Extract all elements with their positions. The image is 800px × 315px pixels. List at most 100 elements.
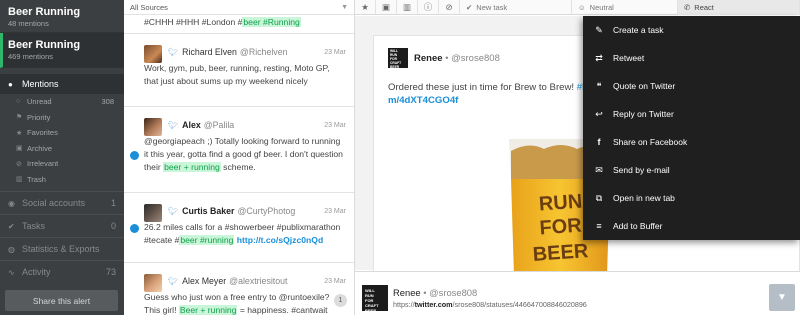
list-item[interactable]: 🐦︎ Curtis Baker @CurtyPhotog 23 Mar 26.2… xyxy=(124,193,354,263)
keyword-highlight: Beer + running xyxy=(178,305,238,315)
sidebar-item-count: 308 xyxy=(101,97,114,107)
menu-item-share-facebook[interactable]: f Share on Facebook xyxy=(583,128,800,156)
keyword-highlight: beer #running xyxy=(179,235,235,245)
sidebar-item-irrelevant[interactable]: ⊘ Irrelevant xyxy=(0,156,124,172)
sidebar-item-activity[interactable]: ∿ Activity 73 xyxy=(0,260,124,283)
sidebar-item-label: Mentions xyxy=(22,79,59,89)
archive-button[interactable]: ▣ xyxy=(376,0,397,15)
avatar xyxy=(144,118,162,136)
author-header: Renee • @srose808 xyxy=(414,53,500,64)
sidebar-item-label: Irrelevant xyxy=(27,159,59,169)
author-logo: WILL RUN FOR CRAFT BEER xyxy=(388,48,408,69)
keyword-highlight: beer #Running xyxy=(242,17,301,27)
list-item[interactable]: #CHHH #HHH #London #beer #Running xyxy=(124,15,354,34)
list-item[interactable]: 🐦︎ Richard Elven @Richelven 23 Mar Work,… xyxy=(124,34,354,107)
new-task-button[interactable]: ✔ New task xyxy=(460,0,572,15)
block-icon: ⊘ xyxy=(16,160,22,168)
svg-text:FOR: FOR xyxy=(539,215,583,240)
buffer-icon: ≡ xyxy=(596,221,602,231)
menu-item-retweet[interactable]: ⇄ Retweet xyxy=(583,44,800,72)
list-item[interactable]: 1 🐦︎ Alex Meyer @alextriesitout 23 Mar G… xyxy=(124,263,354,315)
sidebar-item-statistics[interactable]: ◍ Statistics & Exports xyxy=(0,237,124,260)
menu-item-label: Add to Buffer xyxy=(613,221,663,231)
globe-icon: ◍ xyxy=(8,244,15,254)
sidebar-item-label: Trash xyxy=(27,174,46,184)
tweet-footer: WILL RUN FOR CRAFT BEER Renee • @srose808 ht… xyxy=(355,271,800,315)
archive-icon: ▣ xyxy=(381,1,391,12)
menu-item-label: Reply on Twitter xyxy=(613,109,674,119)
users-icon: ◉ xyxy=(8,198,15,208)
sidebar-item-favorites[interactable]: ★ Favorites xyxy=(0,125,124,141)
scroll-down-button[interactable]: ▼ xyxy=(769,284,795,311)
new-tab-icon: ⧉ xyxy=(595,192,603,203)
sidebar-item-mentions[interactable]: ● Mentions xyxy=(0,74,124,94)
app-window: Beer Running 48 mentions Beer Running 46… xyxy=(0,0,800,315)
alert-item[interactable]: Beer Running 48 mentions xyxy=(0,0,124,33)
menu-item-create-task[interactable]: ✎ Create a task xyxy=(583,16,800,44)
new-task-label: New task xyxy=(476,2,508,12)
facebook-icon: f xyxy=(597,137,601,147)
menu-item-add-buffer[interactable]: ≡ Add to Buffer xyxy=(583,212,800,240)
archive-icon: ▣ xyxy=(16,145,23,153)
author-header: Renee • @srose808 xyxy=(393,287,478,298)
twitter-icon: 🐦︎ xyxy=(168,120,179,130)
twitter-icon: 🐦︎ xyxy=(168,276,179,286)
tweet-link[interactable]: m/4dXT4CGO4f xyxy=(388,95,458,106)
check-icon: ✔ xyxy=(8,221,15,231)
star-icon: ★ xyxy=(361,1,369,12)
alert-item-active[interactable]: Beer Running 469 mentions xyxy=(0,33,124,68)
menu-item-label: Create a task xyxy=(613,25,664,35)
mention-link[interactable]: http://t.co/sQjzc0nQd xyxy=(237,235,323,245)
chevron-down-icon: ▼ xyxy=(777,292,787,303)
sidebar-item-label: Priority xyxy=(27,112,51,122)
source-filter[interactable]: All Sources ▼ xyxy=(124,0,354,15)
react-menu: ✎ Create a task ⇄ Retweet ❝ Quote on Twitte… xyxy=(583,16,800,240)
mention-header: 🐦︎ Alex @Palila 23 Mar xyxy=(144,115,346,135)
sidebar-item-label: Social accounts xyxy=(22,198,86,208)
share-alert-button[interactable]: Share this alert xyxy=(5,290,118,311)
tweet-url[interactable]: https://twitter.com/srose808/statuses/44… xyxy=(393,300,587,309)
mention-text: Guess who just won a free entry to @runt… xyxy=(144,292,330,315)
sentiment-selector[interactable]: ☺ Neutral xyxy=(572,0,678,15)
sidebar-item-label: Favorites xyxy=(27,128,58,138)
sidebar-item-priority[interactable]: ⚑ Priority xyxy=(0,110,124,126)
menu-item-send-email[interactable]: ✉ Send by e-mail xyxy=(583,156,800,184)
alert-title: Beer Running xyxy=(8,39,81,51)
author-name: Richard Elven xyxy=(182,47,237,57)
sidebar-item-count: 73 xyxy=(105,267,116,277)
react-button[interactable]: ✆ React xyxy=(678,0,800,15)
bubble-icon: ● xyxy=(8,79,13,89)
irrelevant-button[interactable]: ⊘ xyxy=(439,0,460,15)
mention-date: 23 Mar xyxy=(324,207,346,215)
twitter-icon: 🐦︎ xyxy=(168,47,179,57)
sidebar-item-social-accounts[interactable]: ◉ Social accounts 1 xyxy=(0,191,124,214)
sentiment-label: Neutral xyxy=(589,2,614,12)
info-button[interactable]: ⓘ xyxy=(418,0,439,15)
favorite-button[interactable]: ★ xyxy=(355,0,376,15)
menu-item-open-new-tab[interactable]: ⧉ Open in new tab xyxy=(583,184,800,212)
avatar xyxy=(144,274,162,292)
info-icon: ⓘ xyxy=(423,2,433,12)
mention-text: 26.2 miles calls for a #showerbeer #publ… xyxy=(144,222,341,245)
menu-item-quote[interactable]: ❝ Quote on Twitter xyxy=(583,72,800,100)
sidebar-item-count: 0 xyxy=(110,221,116,231)
quote-icon: ❝ xyxy=(596,80,602,91)
author-handle: @Palila xyxy=(203,120,235,130)
alert-title: Beer Running xyxy=(8,6,81,18)
unread-dot xyxy=(130,151,139,160)
list-item[interactable]: 🐦︎ Alex @Palila 23 Mar @georgiapeach ;) … xyxy=(124,107,354,193)
sidebar-item-trash[interactable]: ▥ Trash xyxy=(0,172,124,188)
sidebar-item-label: Activity xyxy=(22,267,51,277)
trash-button[interactable]: ▥ xyxy=(397,0,418,15)
activity-icon: ∿ xyxy=(8,267,15,277)
alert-subtitle: 48 mentions xyxy=(8,19,49,28)
sidebar-item-archive[interactable]: ▣ Archive xyxy=(0,141,124,157)
mention-header: 🐦︎ Curtis Baker @CurtyPhotog 23 Mar xyxy=(144,201,346,221)
mention-text: #CHHH #HHH #London #beer #Running xyxy=(144,17,301,27)
source-filter-label: All Sources xyxy=(130,2,168,12)
menu-item-reply[interactable]: ↩ Reply on Twitter xyxy=(583,100,800,128)
author-name: Alex xyxy=(182,120,201,130)
sidebar-item-label: Tasks xyxy=(22,221,46,231)
sidebar-item-tasks[interactable]: ✔ Tasks 0 xyxy=(0,214,124,237)
sidebar-item-unread[interactable]: ○ Unread 308 xyxy=(0,94,124,110)
